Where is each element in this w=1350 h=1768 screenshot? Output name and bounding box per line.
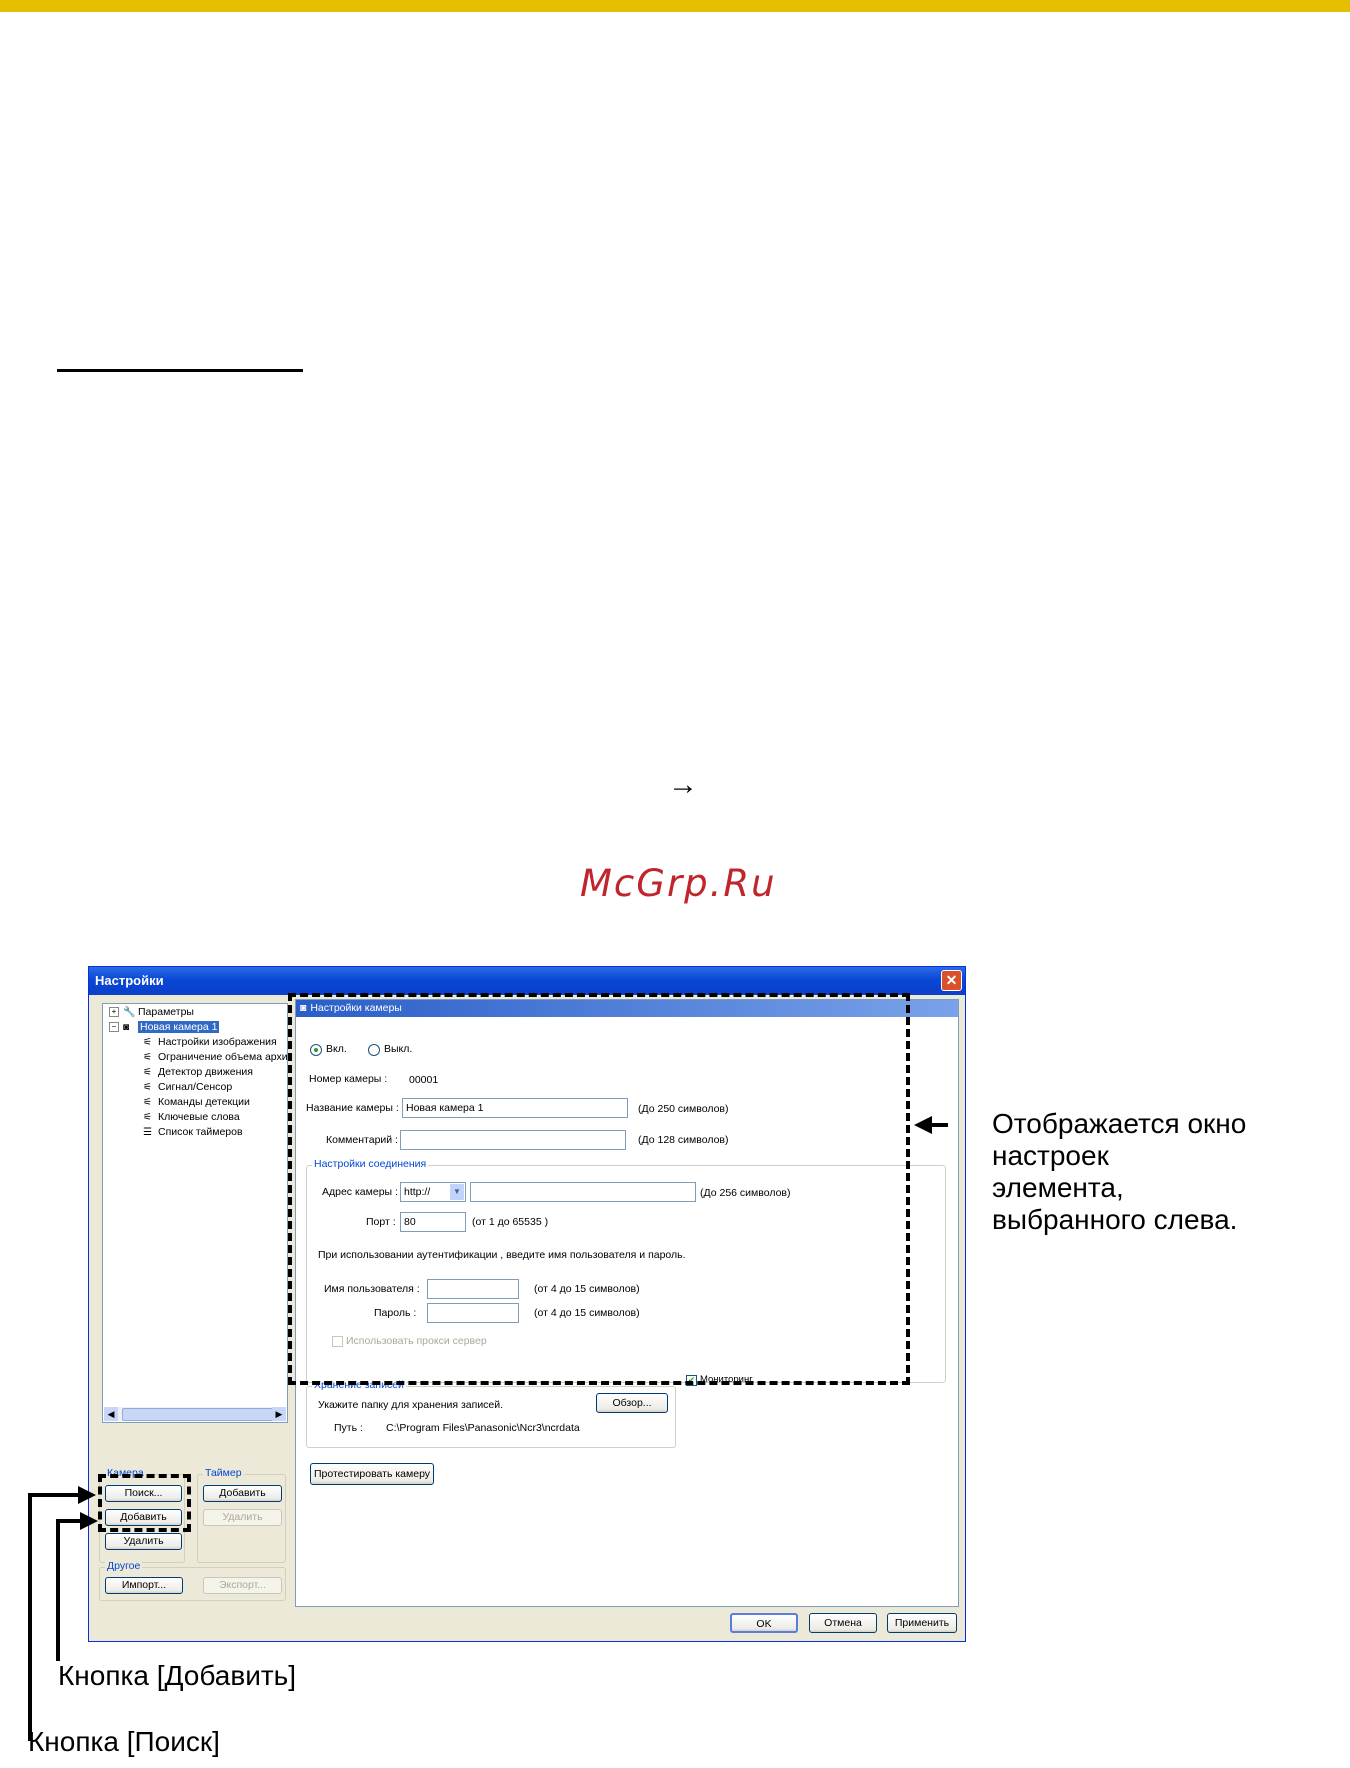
tree-item-keywords[interactable]: ⚟ Ключевые слова xyxy=(143,1111,240,1123)
tree-item-signal-sensor[interactable]: ⚟ Сигнал/Сенсор xyxy=(143,1081,232,1093)
other-group-label: Другое xyxy=(105,1560,143,1572)
test-camera-button[interactable]: Протестировать камеру xyxy=(310,1463,434,1485)
delete-timer-button[interactable]: Удалить xyxy=(203,1509,282,1526)
search-button-annotation: Кнопка [Поиск] xyxy=(28,1726,220,1757)
annotation-right-line4: выбранного слева. xyxy=(992,1204,1238,1235)
tree-label: Ключевые слова xyxy=(158,1111,240,1123)
delete-camera-button[interactable]: Удалить xyxy=(105,1533,182,1550)
path-label: Путь : xyxy=(334,1422,363,1434)
tree-label: Список таймеров xyxy=(158,1126,243,1138)
settings-node-icon: ⚟ xyxy=(143,1112,152,1123)
tree-label: Детектор движения xyxy=(158,1066,253,1078)
add-callout-horizontal-line xyxy=(56,1519,80,1523)
camera-icon: ◙ xyxy=(123,1022,130,1033)
scroll-right-icon[interactable]: ▶ xyxy=(272,1407,286,1421)
settings-node-icon: ⚟ xyxy=(143,1067,152,1078)
tree-label: Новая камера 1 xyxy=(138,1021,220,1033)
settings-node-icon: ⚟ xyxy=(143,1097,152,1108)
dialog-title: Настройки xyxy=(95,973,164,988)
tree-item-motion-detector[interactable]: ⚟ Детектор движения xyxy=(143,1066,253,1078)
ok-button[interactable]: OK xyxy=(730,1613,798,1633)
tree-item-archive-limit[interactable]: ⚟ Ограничение объема архи xyxy=(143,1051,288,1063)
settings-tree: + 🔧 Параметры − ◙ Новая камера 1 ⚟ Настройки … xyxy=(102,1003,288,1423)
title-bar: Настройки ✕ xyxy=(89,967,965,995)
path-value: C:\Program Files\Panasonic\Ncr3\ncrdata xyxy=(386,1422,580,1434)
add-callout-vertical-line xyxy=(56,1519,60,1661)
add-button-annotation: Кнопка [Добавить] xyxy=(58,1660,297,1691)
tree-item-params[interactable]: + 🔧 Параметры xyxy=(109,1006,194,1018)
close-button[interactable]: ✕ xyxy=(941,970,962,991)
tree-horizontal-scrollbar[interactable]: ◀ ▶ xyxy=(104,1407,286,1421)
tree-item-timer-list[interactable]: ☰ Список таймеров xyxy=(143,1126,243,1138)
settings-node-icon: ⚟ xyxy=(143,1037,152,1048)
top-accent-bar xyxy=(0,0,1350,12)
settings-highlight-frame xyxy=(288,993,910,1385)
import-button[interactable]: Импорт... xyxy=(105,1577,183,1594)
tree-item-camera[interactable]: − ◙ Новая камера 1 xyxy=(109,1021,220,1033)
annotation-right-line3: элемента, xyxy=(992,1172,1124,1203)
tree-label: Параметры xyxy=(138,1006,194,1018)
callout-arrow-line xyxy=(930,1123,948,1127)
scroll-left-icon[interactable]: ◀ xyxy=(104,1407,118,1421)
buttons-highlight-frame xyxy=(98,1474,191,1532)
search-callout-arrowhead-icon xyxy=(78,1486,96,1504)
collapse-icon[interactable]: − xyxy=(109,1022,119,1033)
wrench-icon: 🔧 xyxy=(123,1007,136,1018)
tree-label: Настройки изображения xyxy=(158,1036,277,1048)
tree-item-image-settings[interactable]: ⚟ Настройки изображения xyxy=(143,1036,277,1048)
add-callout-arrowhead-icon xyxy=(80,1512,98,1530)
tree-item-detection-commands[interactable]: ⚟ Команды детекции xyxy=(143,1096,250,1108)
apply-button[interactable]: Применить xyxy=(887,1613,957,1633)
settings-node-icon: ⚟ xyxy=(143,1052,152,1063)
settings-node-icon: ⚟ xyxy=(143,1082,152,1093)
cancel-button[interactable]: Отмена xyxy=(809,1613,877,1633)
expand-icon[interactable]: + xyxy=(109,1007,119,1018)
export-button[interactable]: Экспорт... xyxy=(203,1577,282,1594)
scrollbar-thumb[interactable] xyxy=(122,1408,274,1421)
search-callout-horizontal-line xyxy=(28,1493,78,1497)
tree-label: Ограничение объема архи xyxy=(158,1051,288,1063)
browse-button[interactable]: Обзор... xyxy=(596,1393,668,1413)
annotation-right-line1: Отображается окно xyxy=(992,1108,1247,1139)
annotation-right-line2: настроек xyxy=(992,1140,1109,1171)
watermark: McGrp.Ru xyxy=(580,862,777,905)
tree-label: Сигнал/Сенсор xyxy=(158,1081,233,1093)
list-node-icon: ☰ xyxy=(143,1127,152,1138)
add-timer-button[interactable]: Добавить xyxy=(203,1485,282,1502)
timer-group-label: Таймер xyxy=(203,1467,244,1479)
right-arrow-glyph: → xyxy=(668,768,698,801)
tree-label: Команды детекции xyxy=(158,1096,250,1108)
heading-underline xyxy=(57,369,303,372)
storage-note: Укажите папку для хранения записей. xyxy=(318,1399,504,1411)
search-callout-vertical-line xyxy=(28,1493,32,1741)
